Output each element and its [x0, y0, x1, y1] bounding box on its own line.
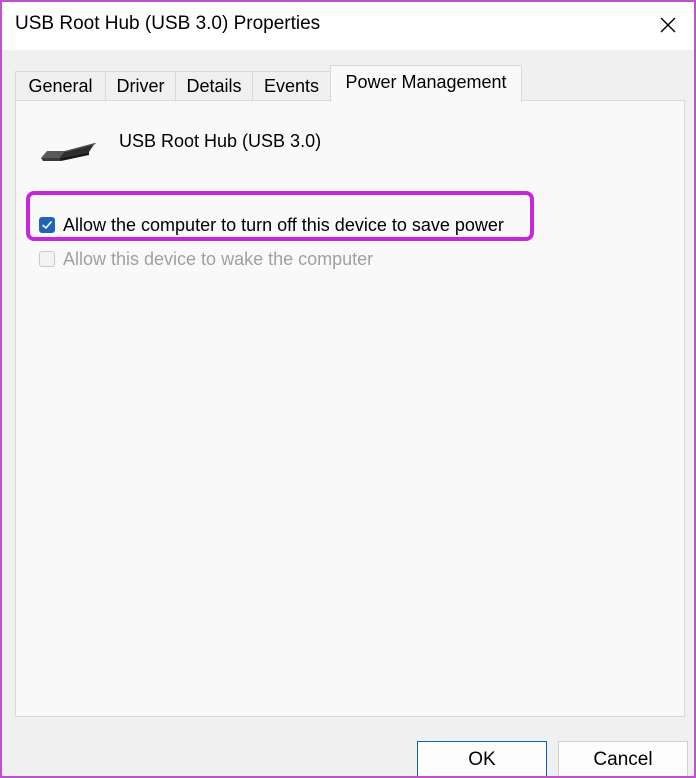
allow-turn-off-label: Allow the computer to turn off this devi… [63, 214, 504, 235]
tab-strip: General Driver Details Events Power Mana… [15, 65, 685, 102]
tab-label: General [28, 76, 93, 96]
tab-general[interactable]: General [15, 71, 106, 101]
properties-dialog: USB Root Hub (USB 3.0) Properties Genera… [0, 0, 696, 778]
window-title: USB Root Hub (USB 3.0) Properties [15, 13, 321, 34]
tab-power-management[interactable]: Power Management [330, 65, 522, 102]
tab-label: Driver [116, 76, 165, 96]
device-name: USB Root Hub (USB 3.0) [119, 131, 322, 151]
tab-label: Power Management [345, 72, 507, 92]
allow-turn-off-option[interactable]: Allow the computer to turn off this devi… [39, 213, 504, 237]
allow-wake-label: Allow this device to wake the computer [63, 248, 374, 269]
allow-turn-off-checkbox[interactable] [39, 217, 55, 233]
title-bar: USB Root Hub (USB 3.0) Properties [2, 2, 694, 50]
close-button[interactable] [650, 8, 686, 42]
tab-label: Events [263, 76, 320, 96]
tab-driver[interactable]: Driver [105, 71, 176, 101]
tab-label: Details [186, 76, 242, 96]
allow-wake-option: Allow this device to wake the computer [39, 247, 373, 271]
close-icon [660, 17, 676, 33]
usb-plug-icon [41, 143, 96, 161]
power-management-panel: USB Root Hub (USB 3.0) Allow the compute… [15, 100, 685, 717]
tab-details[interactable]: Details [175, 71, 253, 101]
ok-button[interactable]: OK [417, 741, 547, 776]
checkmark-icon [42, 221, 52, 229]
allow-wake-checkbox [39, 251, 55, 267]
cancel-button[interactable]: Cancel [558, 741, 688, 776]
tab-events[interactable]: Events [252, 71, 331, 101]
